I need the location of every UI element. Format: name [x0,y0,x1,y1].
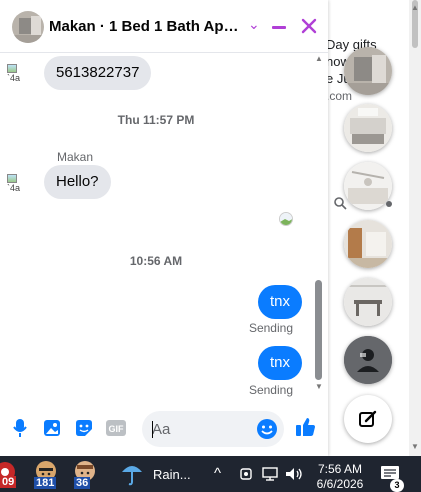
scroll-up-arrow-icon[interactable]: ▲ [411,3,419,12]
minimize-icon[interactable] [272,26,286,29]
photo-icon[interactable] [42,418,62,438]
message-status: Sending [248,321,293,335]
text-caret [152,421,153,438]
chat-head-apartment-2[interactable] [344,104,392,152]
search-icon[interactable] [333,196,347,210]
broken-image-icon [7,64,17,73]
composer: GIF [0,404,328,452]
weather-widget[interactable] [120,460,146,488]
chat-head-apartment-3[interactable] [344,162,392,210]
sender-avatar[interactable]: `4a [7,174,29,198]
new-message-button[interactable] [344,395,392,443]
notification-badge: 3 [390,479,404,492]
message-scrollbar-thumb[interactable] [315,280,322,380]
sender-avatar[interactable]: `4a [7,64,29,88]
svg-text:GIF: GIF [109,424,125,434]
chevron-down-icon[interactable]: ⌄ [248,16,260,33]
message-input[interactable] [152,411,252,447]
scroll-up-arrow-icon[interactable]: ▲ [315,54,323,63]
message-scrollbar[interactable]: ▲ ▼ [313,54,325,400]
chat-head-dot [386,201,392,207]
broken-image-icon [7,174,17,183]
gif-icon[interactable]: GIF [106,418,126,438]
message-list[interactable]: `4a 5613822737 Thu 11:57 PM Makan `4a He… [0,54,328,400]
umbrella-icon [122,466,142,486]
sender-name: Makan [57,150,94,164]
outgoing-message[interactable]: tnx [257,346,302,380]
camera-icon[interactable] [238,467,254,481]
thumbs-up-icon[interactable] [295,416,317,438]
taskbar: 09 181 36 Rain... ^ 7:56 AM 6/6/2026 3 [0,456,421,492]
chat-avatar[interactable] [12,11,44,43]
page-scrollbar[interactable]: ▲ ▼ [409,0,421,456]
compose-icon [359,410,377,427]
message-input-wrapper[interactable] [142,411,284,447]
microphone-icon[interactable] [10,418,30,438]
scroll-down-arrow-icon[interactable]: ▼ [315,382,323,391]
weather-label[interactable]: Rain... [153,467,191,482]
taskbar-count: 36 [74,477,91,489]
message-timestamp: Thu 11:57 PM [117,113,195,127]
chat-title[interactable]: Makan · 1 Bed 1 Bath Apar... [49,18,243,35]
chat-head-user[interactable] [344,336,392,384]
taskbar-count: 09 [0,476,17,488]
network-icon[interactable] [262,467,278,481]
clock[interactable]: 7:56 AM 6/6/2026 [315,462,365,492]
chat-header[interactable]: Makan · 1 Bed 1 Bath Apar... ⌄ [0,0,328,53]
sticker-icon[interactable] [74,418,94,438]
message-status: Sending [248,383,293,397]
incoming-message[interactable]: 5613822737 [44,56,152,90]
chat-head-apartment-1[interactable] [344,47,392,95]
chat-head-apartment-4[interactable] [344,220,392,268]
close-icon[interactable] [300,17,318,35]
incoming-message[interactable]: Hello? [44,165,111,199]
chevron-up-icon[interactable]: ^ [214,465,221,482]
outgoing-message[interactable]: tnx [257,285,302,319]
taskbar-count: 181 [34,477,57,489]
volume-icon[interactable] [285,467,303,481]
seen-avatar [279,212,293,226]
emoji-icon[interactable] [256,418,278,440]
scroll-down-arrow-icon[interactable]: ▼ [411,442,419,451]
chat-head-apartment-5[interactable] [344,278,392,326]
chat-window: Makan · 1 Bed 1 Bath Apar... ⌄ `4a 56138… [0,0,328,456]
message-timestamp: 10:56 AM [129,254,183,268]
